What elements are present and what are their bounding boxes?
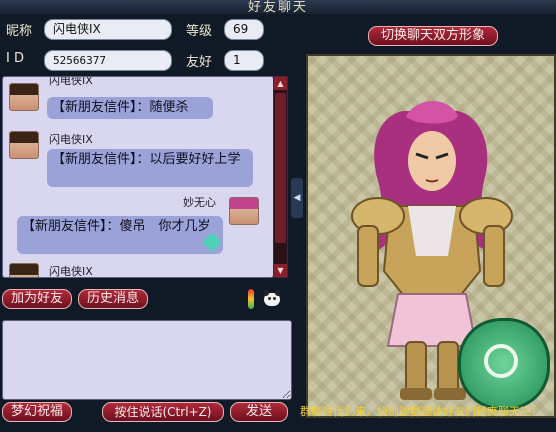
switch-view-button[interactable]: 切换聊天双方形象: [368, 26, 498, 46]
message-input[interactable]: [2, 320, 292, 400]
message-bubble: 【新朋友信件】：以后要好好上学: [47, 149, 253, 187]
announcement-ticker: 群聊时代到来，快创建群邀请好友们畅爽聊天吧！: [300, 405, 542, 418]
message-sender: 闪电侠IX: [49, 265, 93, 278]
voice-button[interactable]: 按住说话(Ctrl+Z): [102, 402, 224, 422]
panda-icon[interactable]: [262, 289, 282, 307]
level-label: 等级: [186, 24, 213, 39]
signal-meter-icon: [248, 289, 254, 309]
id-field: 52566377: [44, 50, 172, 71]
nickname-label: 昵称: [6, 24, 33, 39]
avatar[interactable]: [9, 263, 39, 277]
history-button[interactable]: 历史消息: [78, 289, 148, 309]
scroll-up-icon[interactable]: ▲: [274, 77, 287, 90]
level-field: 69: [224, 19, 264, 40]
message-sender: 闪电侠IX: [49, 76, 93, 87]
add-friend-button[interactable]: 加为好友: [2, 289, 72, 309]
blessing-button[interactable]: 梦幻祝福: [2, 402, 72, 422]
avatar[interactable]: [9, 131, 39, 159]
chat-history[interactable]: 闪电侠IX 【新朋友信件】：随便杀 闪电侠IX 【新朋友信件】：以后要好好上学 …: [2, 76, 274, 278]
send-button[interactable]: 发送: [230, 402, 288, 422]
chevron-left-icon[interactable]: ◀: [291, 178, 303, 218]
nickname-field: 闪电侠IX: [44, 19, 172, 40]
character-portrait: [306, 54, 556, 418]
chat-scrollbar[interactable]: ▲ ▼: [273, 76, 288, 278]
scroll-down-icon[interactable]: ▼: [274, 264, 287, 277]
message-bubble: 【新朋友信件】：随便杀: [47, 97, 213, 119]
avatar[interactable]: [9, 83, 39, 111]
jade-medallion-icon[interactable]: [458, 318, 550, 410]
scroll-thumb[interactable]: [275, 93, 286, 243]
id-label: I D: [6, 51, 24, 66]
message-sender: 妙无心: [183, 196, 216, 209]
friendship-field: 1: [224, 50, 264, 71]
message-sender: 闪电侠IX: [49, 133, 93, 146]
window-title: 好友聊天: [247, 0, 308, 15]
friendship-label: 友好: [186, 55, 213, 70]
message-bubble: 【新朋友信件】：傻吊 你才几岁: [17, 216, 223, 254]
friend-chat-window: 好友聊天 昵称 闪电侠IX 等级 69 I D 52566377 友好 1 闪电…: [0, 0, 556, 432]
avatar[interactable]: [229, 197, 259, 225]
